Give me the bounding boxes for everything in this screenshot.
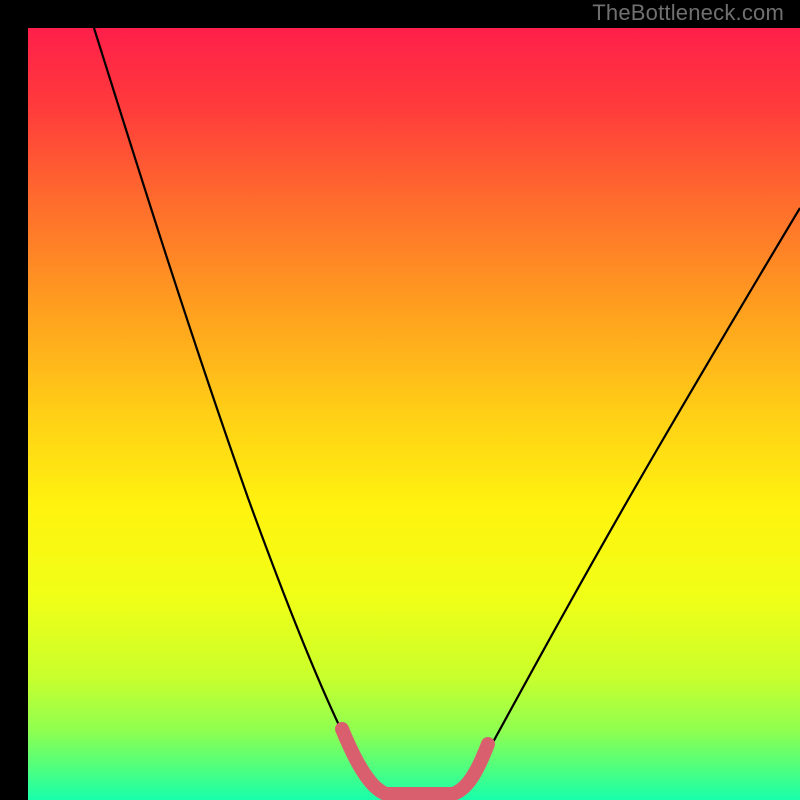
chart-frame xyxy=(14,14,786,786)
watermark-text: TheBottleneck.com xyxy=(592,0,784,26)
gradient-background xyxy=(28,28,800,800)
bottleneck-chart xyxy=(28,28,800,800)
